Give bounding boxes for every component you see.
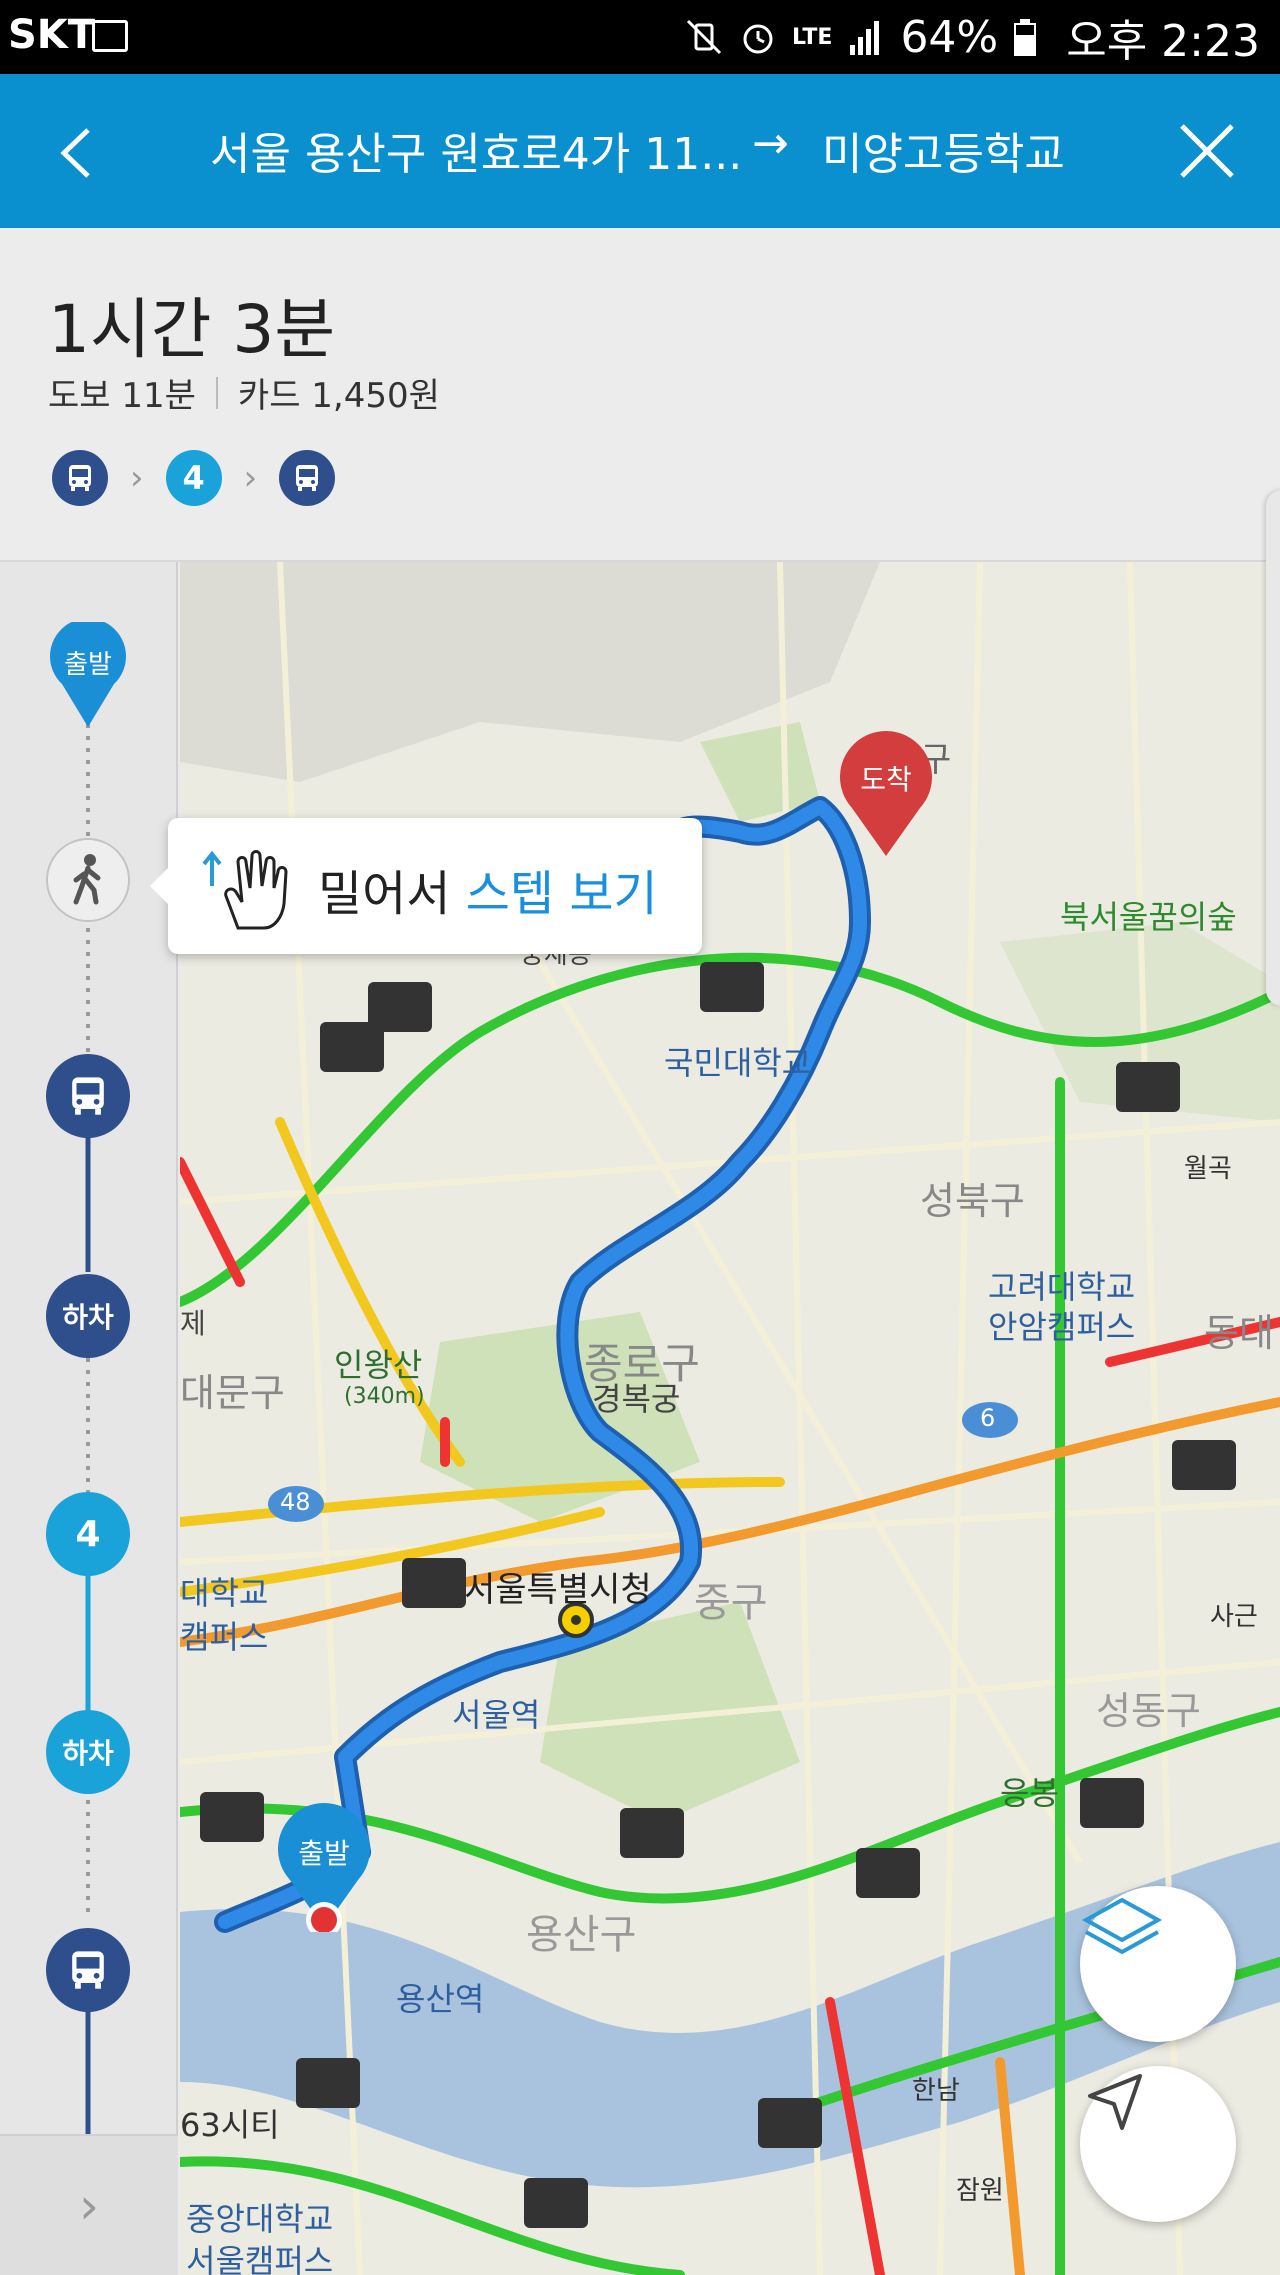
map-label: 대문구	[180, 1371, 285, 1415]
map-label: 용산역	[396, 1980, 485, 2018]
rail-alight-1[interactable]: 하차	[46, 1274, 130, 1358]
swipe-hint-tooltip[interactable]: 밀어서 스텝 보기	[150, 818, 702, 954]
route-direction-arrow: →	[752, 118, 789, 169]
start-pin-label: 출발	[298, 1837, 350, 1870]
map-label: 월곡	[1184, 1154, 1232, 1184]
start-pin[interactable]: 출발	[274, 1802, 374, 1932]
origin-label[interactable]: 서울 용산구 원효로4가 11...	[210, 118, 742, 182]
map-label: 63시티	[180, 2106, 280, 2144]
rail-subway-line-4[interactable]: 4	[46, 1492, 130, 1576]
tooltip-text: 밀어서 스텝 보기	[318, 854, 658, 924]
route-details: 도보 11분 카드 1,450원	[48, 368, 440, 417]
map-label: 인왕산	[334, 1346, 423, 1384]
tooltip-notch	[150, 868, 168, 904]
status-icons: LTE 64% 오후 2:23	[684, 10, 1260, 67]
chevron-right-icon: ›	[130, 458, 144, 498]
hand-swipe-icon	[198, 842, 298, 932]
walk-time: 도보 11분	[48, 376, 196, 416]
map-label: 중구	[694, 1580, 768, 1626]
map-label: 사근	[1210, 1602, 1258, 1632]
carrier-label: SKT	[8, 12, 96, 58]
clock: 오후 2:23	[1066, 16, 1260, 67]
network-type: LTE	[792, 24, 833, 50]
route-header: 서울 용산구 원효로4가 11... → 미양고등학교	[0, 74, 1280, 228]
fare: 카드 1,450원	[237, 376, 440, 416]
map-label: 서울역	[452, 1696, 541, 1734]
map-label: 경복궁	[592, 1380, 681, 1418]
tooltip-text-main: 밀어서	[318, 866, 466, 922]
map-label: 북서울꿈의숲	[1060, 898, 1237, 936]
route-summary[interactable]: 1시간 3분 도보 11분 카드 1,450원 › 4 ›	[0, 228, 1280, 562]
expand-rail-button[interactable]: ›	[0, 2134, 178, 2275]
map-label: 대학교	[180, 1574, 269, 1612]
bus-icon	[279, 450, 336, 506]
map-label: 서울특별시청	[464, 1570, 652, 1610]
rail-alight-2[interactable]: 하차	[46, 1710, 130, 1794]
transit-chain: › 4 ›	[52, 450, 336, 506]
map-label: 동대	[1204, 1311, 1274, 1355]
steps-rail[interactable]: 출발 하차 4 하차	[0, 562, 178, 2275]
bus-icon	[52, 450, 108, 506]
total-duration: 1시간 3분	[48, 291, 336, 368]
map-label: 중앙대학교	[186, 2200, 334, 2238]
close-icon[interactable]	[1172, 116, 1242, 186]
my-location-button[interactable]	[1080, 2066, 1236, 2222]
rail-bus-icon[interactable]	[46, 1054, 130, 1138]
signal-icon	[846, 17, 886, 57]
navigation-arrow-icon	[1088, 2074, 1142, 2130]
alarm-icon	[738, 17, 778, 57]
route-6-label: 6	[980, 1404, 996, 1432]
divider	[215, 376, 218, 409]
edge-panel-handle[interactable]	[1266, 490, 1280, 1006]
vibrate-mute-icon	[684, 17, 724, 57]
route-48-label: 48	[280, 1488, 311, 1516]
battery-percent: 64%	[900, 11, 999, 63]
map-label: 잠원	[956, 2176, 1004, 2206]
map-label: 안암캠퍼스	[988, 1308, 1136, 1346]
map-label: 서울캠퍼스	[186, 2242, 334, 2275]
tooltip-text-highlight: 스텝 보기	[465, 866, 658, 922]
rail-bus-icon-2[interactable]	[46, 1928, 130, 2012]
end-pin-label: 도착	[860, 763, 912, 796]
layers-icon	[1081, 1897, 1163, 1955]
gallery-notification-icon	[92, 20, 128, 52]
map-label: 캠퍼스	[180, 1618, 269, 1656]
layers-button[interactable]	[1080, 1886, 1236, 2042]
end-pin[interactable]: 도착	[836, 730, 936, 860]
chevron-right-icon: ›	[243, 458, 258, 498]
subway-line-4-icon: 4	[165, 450, 222, 506]
map-label: (340m)	[344, 1384, 425, 1409]
map-label: 응봉	[1000, 1774, 1059, 1812]
map-label: 한남	[912, 2076, 960, 2106]
back-arrow-icon[interactable]	[48, 118, 118, 188]
map-label: 국민대학교	[664, 1044, 812, 1082]
destination-label[interactable]: 미양고등학교	[822, 118, 1065, 182]
rail-start-pin[interactable]: 출발	[48, 618, 128, 732]
battery-icon	[1012, 17, 1052, 57]
rail-start-label: 출발	[64, 650, 112, 680]
walk-icon[interactable]	[46, 838, 130, 922]
status-bar: SKT LTE 64% 오후 2:23	[0, 0, 1280, 74]
map-label: 제	[180, 1307, 206, 1340]
map-label: 용산구	[526, 1912, 637, 1958]
map-label: 성북구	[920, 1179, 1025, 1223]
map-label: 성동구	[1096, 1689, 1201, 1733]
